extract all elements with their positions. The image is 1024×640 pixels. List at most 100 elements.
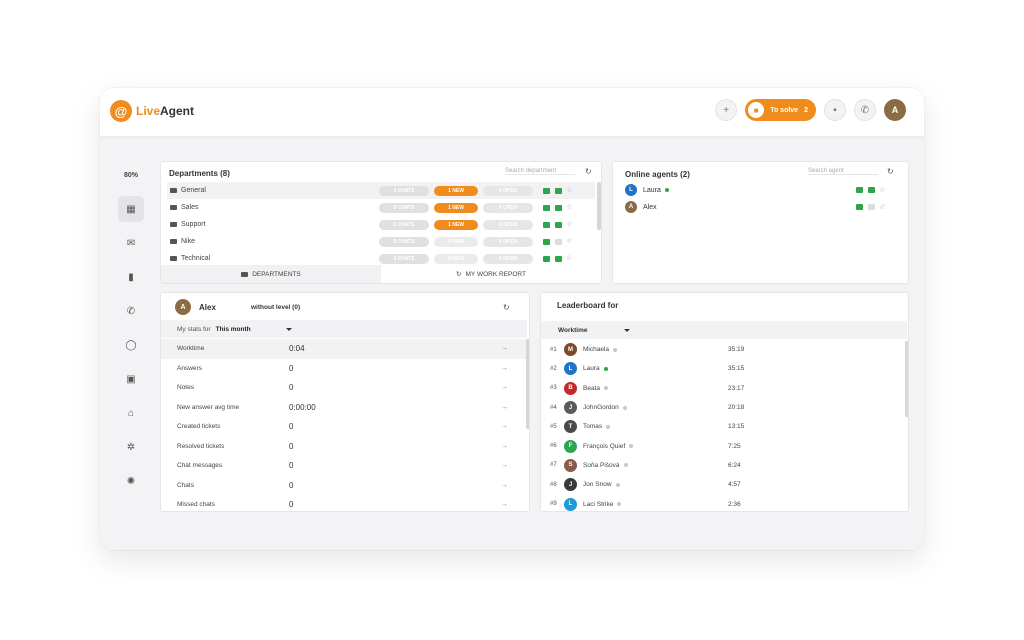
- leaderboard-row[interactable]: #1 M Michaela 35:19: [541, 340, 907, 359]
- rank-label: #9: [550, 501, 557, 508]
- stat-row[interactable]: Chats 0 →: [161, 476, 527, 496]
- chevron-down-icon[interactable]: [285, 327, 292, 331]
- chats-badge[interactable]: 0 CHATS: [379, 236, 429, 247]
- circle-chart-icon: ◯: [125, 339, 137, 351]
- leaderboard-title: Leaderboard for: [557, 301, 619, 310]
- stat-row[interactable]: Chat messages 0 →: [161, 456, 527, 476]
- stat-value: 0:04: [289, 344, 305, 354]
- department-search-input[interactable]: Search department: [505, 168, 575, 175]
- department-row[interactable]: Support 0 CHATS 1 NEW 0 OPEN ✆: [167, 216, 595, 233]
- worktime-value: 13:15: [728, 423, 745, 431]
- email-icon: [856, 204, 863, 210]
- stats-scrollbar[interactable]: [526, 339, 529, 429]
- department-row[interactable]: General 0 CHATS 1 NEW 0 OPEN ✆: [167, 182, 595, 199]
- chats-badge[interactable]: 0 CHATS: [379, 253, 429, 264]
- chats-badge[interactable]: 0 CHATS: [379, 219, 429, 230]
- refresh-icon[interactable]: ↻: [887, 167, 894, 176]
- leaderboard-row[interactable]: #4 J JohnGordon 20:18: [541, 398, 907, 417]
- open-badge[interactable]: 0 OPEN: [483, 219, 533, 230]
- sidebar-item-plugins[interactable]: ✺: [110, 464, 152, 498]
- to-solve-button[interactable]: ■ To solve 2: [745, 99, 816, 121]
- sidebar-item-dashboard[interactable]: ▦: [110, 192, 152, 226]
- new-badge[interactable]: 0 NEW: [434, 236, 478, 247]
- status-dot: [623, 463, 628, 468]
- open-badge[interactable]: 0 OPEN: [483, 202, 533, 213]
- leaderboard-row[interactable]: #6 F François Quief 7:25: [541, 437, 907, 456]
- arrow-right-icon[interactable]: →: [501, 501, 508, 508]
- leaderboard-row[interactable]: #3 B Beata 23:17: [541, 379, 907, 398]
- liveagent-logo[interactable]: @ LiveAgent: [110, 100, 194, 122]
- departments-scrollbar[interactable]: [597, 182, 601, 230]
- stat-row[interactable]: Missed chats 0 →: [161, 495, 527, 511]
- sidebar-percent[interactable]: 80%: [110, 158, 152, 192]
- agent-row[interactable]: A Alex ✆: [625, 199, 895, 215]
- sidebar-item-contacts[interactable]: ▣: [110, 362, 152, 396]
- status-dot: [615, 482, 620, 487]
- arrow-right-icon[interactable]: →: [501, 462, 508, 469]
- rank-label: #3: [550, 385, 557, 392]
- arrow-right-icon[interactable]: →: [501, 443, 508, 450]
- phone-icon: ✆: [880, 187, 886, 194]
- chat-status-button[interactable]: ▪: [824, 99, 846, 121]
- open-badge[interactable]: 0 OPEN: [483, 236, 533, 247]
- stat-row[interactable]: Notes 0 →: [161, 378, 527, 398]
- arrow-right-icon[interactable]: →: [501, 423, 508, 430]
- period-select[interactable]: This month: [216, 326, 278, 333]
- leaderboard-scrollbar[interactable]: [905, 341, 908, 417]
- leaderboard-row[interactable]: #9 L Laci Strike 2:36: [541, 494, 907, 511]
- leaderboard-row[interactable]: #2 L Laura 35:15: [541, 359, 907, 378]
- stat-row[interactable]: Created tickets 0 →: [161, 417, 527, 437]
- new-badge[interactable]: 0 NEW: [434, 253, 478, 264]
- sidebar-item-settings[interactable]: ✲: [110, 430, 152, 464]
- open-badge[interactable]: 0 OPEN: [483, 253, 533, 264]
- new-badge[interactable]: 1 NEW: [434, 202, 478, 213]
- stat-value: 0: [289, 441, 294, 451]
- agent-avatar: M: [564, 343, 577, 357]
- agent-search-input[interactable]: Search agent: [808, 168, 878, 175]
- phone-status-button[interactable]: ✆: [854, 99, 876, 121]
- arrow-right-icon[interactable]: →: [501, 384, 508, 391]
- tab-my-work-report[interactable]: ↻ MY WORK REPORT: [381, 265, 601, 283]
- chat-icon: [555, 238, 562, 245]
- arrow-right-icon[interactable]: →: [501, 365, 508, 372]
- stat-row[interactable]: New answer avg time 0:00:00 →: [161, 398, 527, 418]
- stat-row[interactable]: Worktime 0:04 →: [161, 339, 527, 359]
- sidebar-item-tickets[interactable]: ✉: [110, 226, 152, 260]
- arrow-right-icon[interactable]: →: [501, 404, 508, 411]
- user-avatar[interactable]: A: [884, 99, 906, 121]
- arrow-right-icon[interactable]: →: [501, 345, 508, 352]
- sidebar-item-chats[interactable]: ▮: [110, 260, 152, 294]
- stat-row[interactable]: Resolved tickets 0 →: [161, 437, 527, 457]
- new-badge[interactable]: 1 NEW: [434, 185, 478, 196]
- agent-avatar: L: [625, 184, 637, 196]
- status-dot: [603, 366, 608, 371]
- refresh-icon[interactable]: ↻: [585, 167, 592, 176]
- leaderboard-row[interactable]: #5 T Tomas 13:15: [541, 417, 907, 436]
- sidebar-item-reports[interactable]: ◯: [110, 328, 152, 362]
- top-actions: + ■ To solve 2 ▪ ✆ A: [715, 99, 906, 121]
- stat-value: 0:00:00: [289, 402, 316, 412]
- department-row[interactable]: Sales 0 CHATS 1 NEW 0 OPEN ✆: [167, 199, 595, 216]
- metric-select[interactable]: Worktime: [558, 327, 616, 334]
- sidebar-item-calls[interactable]: ✆: [110, 294, 152, 328]
- department-row[interactable]: Nike 0 CHATS 0 NEW 0 OPEN ✆: [167, 233, 595, 250]
- agent-name: Tomas: [583, 423, 611, 430]
- new-badge[interactable]: 1 NEW: [434, 219, 478, 230]
- sidebar-item-knowledgebase[interactable]: ⌂: [110, 396, 152, 430]
- agent-avatar: A: [175, 299, 191, 315]
- folder-icon: [170, 188, 177, 193]
- leaderboard-row[interactable]: #7 S Soňa Pišová 6:24: [541, 456, 907, 475]
- stat-label: Chat messages: [177, 462, 223, 470]
- leaderboard-row[interactable]: #8 J Jon Snow 4:57: [541, 475, 907, 494]
- to-solve-label: To solve: [770, 106, 799, 114]
- arrow-right-icon[interactable]: →: [501, 482, 508, 489]
- tab-departments[interactable]: DEPARTMENTS: [161, 265, 381, 283]
- chats-badge[interactable]: 0 CHATS: [379, 202, 429, 213]
- refresh-icon[interactable]: ↻: [503, 303, 510, 312]
- stat-row[interactable]: Answers 0 →: [161, 359, 527, 379]
- agent-row[interactable]: L Laura ✆: [625, 182, 895, 198]
- open-badge[interactable]: 0 OPEN: [483, 185, 533, 196]
- chevron-down-icon[interactable]: [624, 328, 630, 332]
- add-button[interactable]: +: [715, 99, 738, 121]
- chats-badge[interactable]: 0 CHATS: [379, 185, 429, 196]
